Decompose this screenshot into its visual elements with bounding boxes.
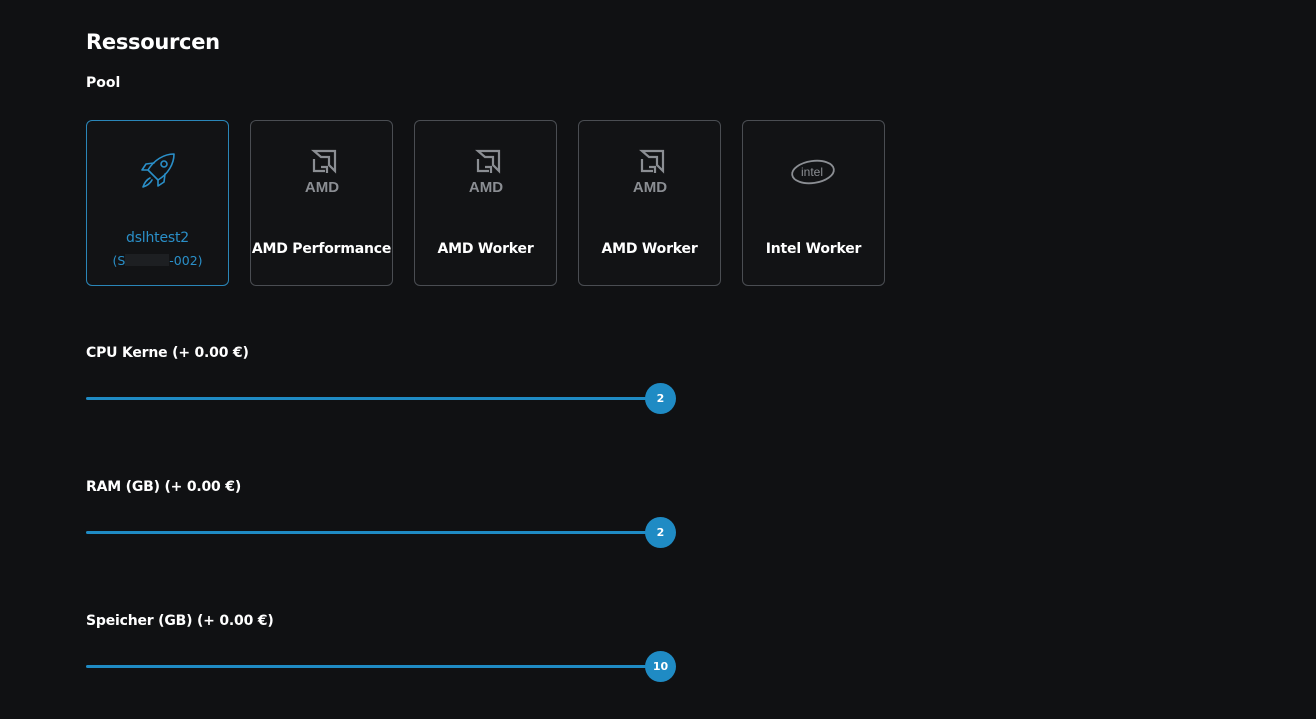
ram-slider[interactable]: 2 xyxy=(86,517,676,548)
resources-section: Ressourcen Pool dslhtest2 (S -002) AMD A… xyxy=(86,28,1186,682)
pool-card-title: AMD Performance xyxy=(251,241,392,257)
subtitle-prefix: (S xyxy=(112,253,126,268)
amd-logo-icon: AMD xyxy=(461,147,511,197)
pool-card-dslhtest2[interactable]: dslhtest2 (S -002) xyxy=(86,120,229,286)
redacted-text xyxy=(125,254,170,266)
svg-text:intel: intel xyxy=(800,165,822,179)
slider-thumb[interactable]: 2 xyxy=(645,517,676,548)
pool-card-amd-worker-1[interactable]: AMD AMD Worker xyxy=(414,120,557,286)
slider-track[interactable] xyxy=(86,531,660,534)
storage-slider[interactable]: 10 xyxy=(86,651,676,682)
slider-thumb[interactable]: 2 xyxy=(645,383,676,414)
svg-text:AMD: AMD xyxy=(304,179,338,196)
slider-track[interactable] xyxy=(86,397,660,400)
ram-slider-group: RAM (GB) (+ 0.00 €) 2 xyxy=(86,477,686,548)
subtitle-suffix: -002) xyxy=(169,253,203,268)
amd-logo-icon: AMD xyxy=(297,147,347,197)
pool-grid: dslhtest2 (S -002) AMD AMD Performance A… xyxy=(86,120,885,286)
intel-logo-icon: intel xyxy=(789,147,839,197)
pool-card-amd-performance[interactable]: AMD AMD Performance xyxy=(250,120,393,286)
amd-logo-icon: AMD xyxy=(625,147,675,197)
cpu-slider[interactable]: 2 xyxy=(86,383,676,414)
pool-card-subtitle: (S -002) xyxy=(87,253,228,268)
pool-label: Pool xyxy=(86,75,121,91)
storage-slider-group: Speicher (GB) (+ 0.00 €) 10 xyxy=(86,611,686,682)
pool-card-title: Intel Worker xyxy=(765,241,862,257)
cpu-slider-label: CPU Kerne (+ 0.00 €) xyxy=(86,345,249,361)
pool-card-title: AMD Worker xyxy=(601,241,698,257)
section-title: Ressourcen xyxy=(86,30,220,54)
storage-slider-label: Speicher (GB) (+ 0.00 €) xyxy=(86,613,274,629)
ram-slider-label: RAM (GB) (+ 0.00 €) xyxy=(86,479,242,495)
slider-track[interactable] xyxy=(86,665,660,668)
pool-card-intel-worker[interactable]: intel Intel Worker xyxy=(742,120,885,286)
svg-text:AMD: AMD xyxy=(632,179,666,196)
cpu-slider-group: CPU Kerne (+ 0.00 €) 2 xyxy=(86,343,686,414)
pool-card-title: AMD Worker xyxy=(437,241,534,257)
svg-text:AMD: AMD xyxy=(468,179,502,196)
rocket-icon xyxy=(133,147,183,197)
pool-card-title: dslhtest2 xyxy=(126,230,189,246)
slider-thumb[interactable]: 10 xyxy=(645,651,676,682)
pool-card-amd-worker-2[interactable]: AMD AMD Worker xyxy=(578,120,721,286)
